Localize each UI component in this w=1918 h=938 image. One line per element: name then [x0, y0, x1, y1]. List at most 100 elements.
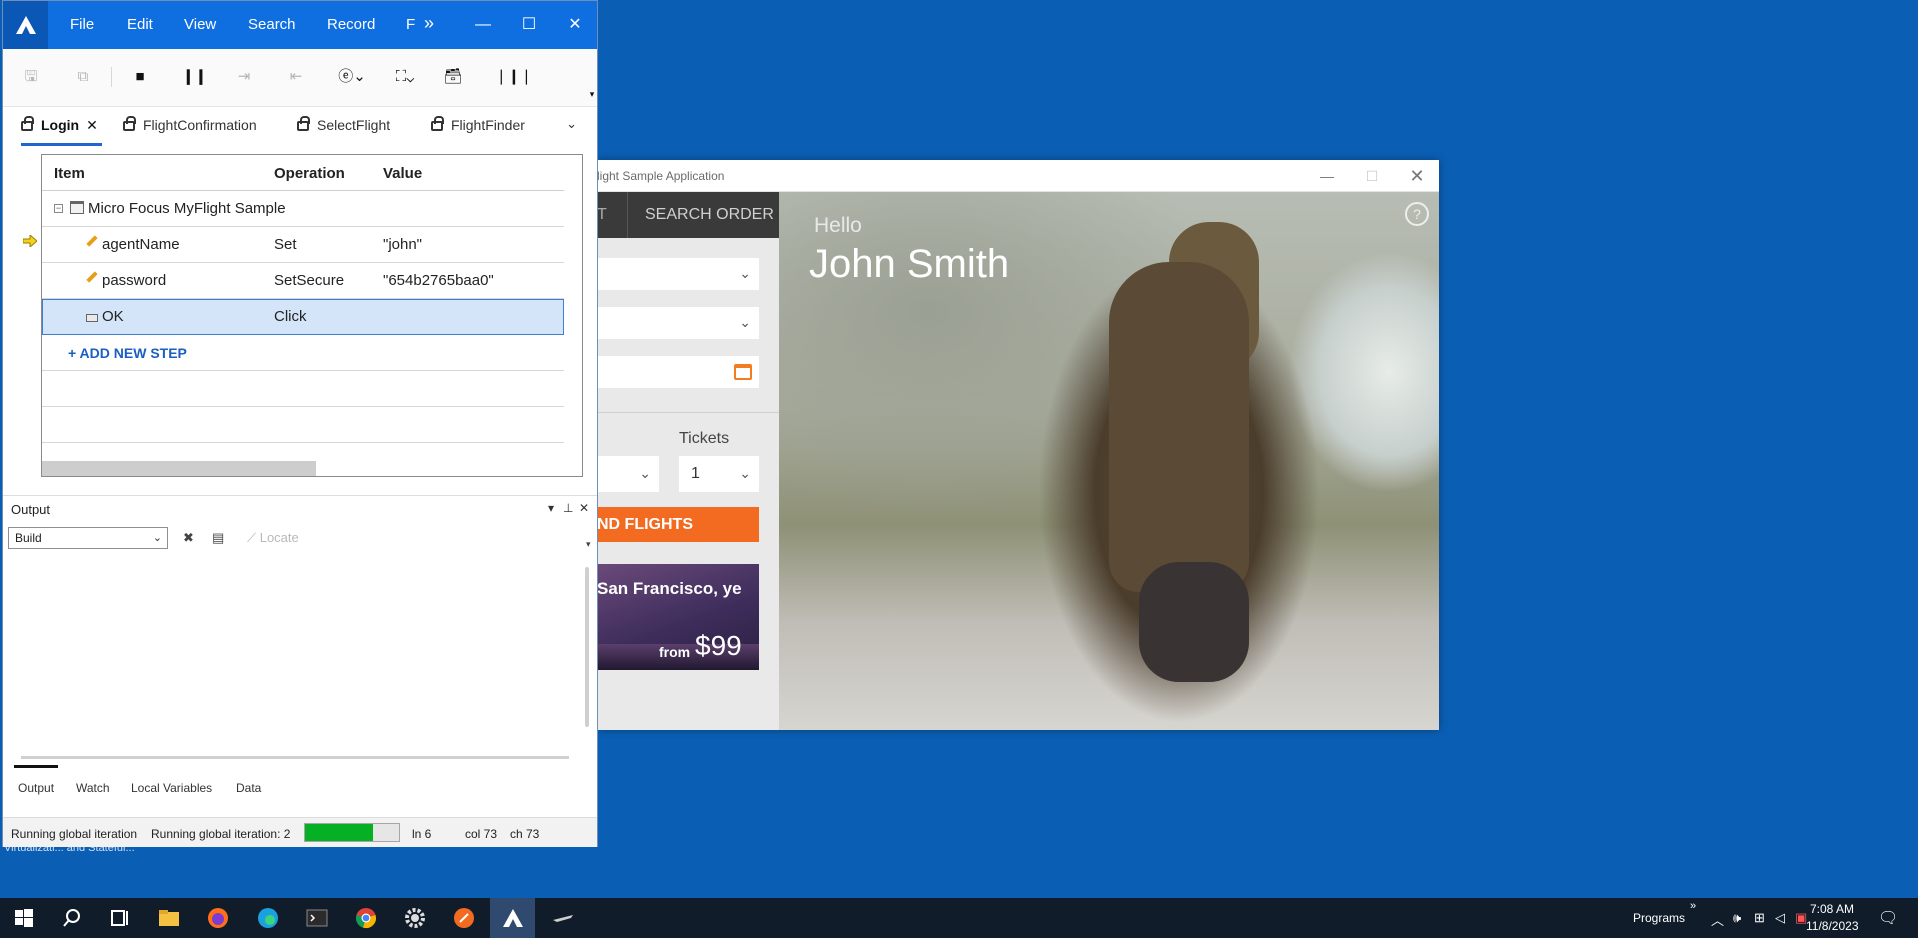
help-icon[interactable]: ? — [1405, 202, 1429, 226]
table-row[interactable]: − Micro Focus MyFlight Sample — [42, 191, 564, 227]
toolbar-dropdown-icon[interactable]: ▾ — [587, 83, 597, 105]
show-hidden-icons-icon[interactable]: ︿ — [1711, 910, 1724, 929]
close-pane-icon[interactable]: ✕ — [579, 501, 589, 515]
windows-start-icon[interactable] — [12, 906, 36, 930]
output-text-area[interactable] — [3, 557, 585, 757]
menu-search[interactable]: Search — [248, 16, 296, 33]
tab-flightfinder[interactable]: FlightFinder — [431, 107, 525, 149]
edge-icon[interactable] — [256, 906, 280, 930]
pause-icon[interactable]: ❙❙ — [182, 66, 207, 88]
menu-record[interactable]: Record — [327, 16, 375, 33]
notifications-icon[interactable]: 🗨 — [1878, 908, 1898, 928]
terminal-icon[interactable] — [305, 906, 329, 930]
stop-icon[interactable]: ■ — [130, 66, 150, 88]
row-value[interactable]: "john" — [383, 236, 422, 253]
tab-search-order[interactable]: SEARCH ORDER — [645, 206, 774, 224]
add-step-row: + ADD NEW STEP — [42, 335, 564, 371]
toolbar-overflow-icon[interactable]: » — [1690, 900, 1696, 912]
tab-list-icon[interactable]: ⌄ — [566, 116, 577, 132]
column-header-item[interactable]: Item — [54, 165, 85, 182]
pin-icon[interactable]: ⊥ — [563, 501, 573, 515]
locate-button[interactable]: ⟋ Locate — [247, 530, 299, 546]
save-icon[interactable]: 🖫 — [21, 66, 41, 88]
speaker-icon[interactable]: 🕪 — [1733, 910, 1741, 926]
minimize-icon[interactable]: — — [1307, 164, 1347, 188]
airplane-icon[interactable] — [551, 906, 575, 930]
panel-splitter[interactable] — [3, 495, 597, 496]
horizontal-scrollbar[interactable] — [21, 756, 569, 759]
firefox-icon[interactable] — [206, 906, 230, 930]
tickets-select[interactable]: 1 ⌄ — [679, 456, 759, 492]
menu-truncated[interactable]: F — [406, 16, 415, 33]
object-spy-icon[interactable]: ⛶⌄ — [389, 66, 421, 88]
programs-toolbar[interactable]: Programs — [1633, 911, 1685, 925]
step-into-icon[interactable]: ⇥ — [234, 66, 254, 88]
save-all-icon[interactable]: ⧉ — [73, 66, 93, 88]
chevron-down-icon: ⌄ — [739, 465, 751, 481]
close-icon[interactable]: ✕ — [1397, 164, 1437, 188]
tab-flightconfirmation[interactable]: FlightConfirmation — [123, 107, 257, 149]
clear-output-icon[interactable]: ✖ — [183, 530, 194, 546]
app-orange-icon[interactable] — [452, 906, 476, 930]
tab-selectflight[interactable]: SelectFlight — [297, 107, 390, 149]
tab-data[interactable]: Data — [236, 781, 261, 795]
chrome-icon[interactable] — [354, 906, 378, 930]
pane-menu-icon[interactable]: ▾ — [548, 501, 554, 515]
row-operation[interactable]: Click — [274, 308, 307, 325]
from-city-select[interactable]: ⌄ — [597, 258, 759, 290]
column-header-operation[interactable]: Operation — [274, 165, 345, 182]
date-picker[interactable] — [597, 356, 759, 388]
network-icon[interactable]: ⊞ — [1754, 910, 1765, 926]
table-row-selected[interactable]: OK Click — [42, 299, 564, 335]
volume-icon[interactable]: ◁ — [1775, 910, 1785, 926]
calendar-icon[interactable] — [734, 364, 752, 380]
row-operation[interactable]: Set — [274, 236, 297, 253]
menu-file[interactable]: File — [70, 16, 94, 33]
to-city-select[interactable]: ⌄ — [597, 307, 759, 339]
clock-date[interactable]: 11/8/2023 — [1806, 919, 1859, 933]
task-view-icon[interactable] — [108, 906, 132, 930]
clock-time[interactable]: 7:08 AM — [1810, 902, 1854, 916]
menu-overflow-icon[interactable]: » — [424, 13, 434, 34]
tab-local-variables[interactable]: Local Variables — [131, 781, 212, 795]
class-select[interactable]: ⌄ — [597, 456, 659, 492]
maximize-icon[interactable]: ☐ — [1352, 164, 1392, 188]
uft-logo-icon[interactable] — [3, 1, 48, 49]
table-row[interactable]: agentName Set "john" — [42, 227, 564, 263]
close-icon[interactable]: ✕ — [560, 13, 590, 37]
search-icon[interactable] — [60, 906, 84, 930]
add-new-step-link[interactable]: + ADD NEW STEP — [68, 345, 187, 361]
toolbar-dropdown-icon[interactable]: ▾ — [586, 539, 591, 550]
tab-watch[interactable]: Watch — [76, 781, 110, 795]
tab-output[interactable]: Output — [13, 765, 59, 795]
row-value[interactable]: "654b2765baa0" — [383, 272, 494, 289]
horizontal-scrollbar[interactable] — [42, 461, 316, 476]
chevron-down-icon: ⌄ — [639, 465, 651, 481]
tab-login[interactable]: Login ✕ — [21, 107, 102, 149]
output-source-select[interactable]: Build ⌄ — [8, 527, 168, 549]
file-explorer-icon[interactable] — [157, 906, 181, 930]
settings-icon[interactable] — [403, 906, 427, 930]
menu-view[interactable]: View — [184, 16, 216, 33]
grid-header: Item Operation Value — [42, 155, 564, 191]
collapse-icon[interactable]: − — [54, 204, 63, 213]
minimize-icon[interactable]: — — [468, 13, 498, 37]
row-operation[interactable]: SetSecure — [274, 272, 344, 289]
tab-login-label: Login — [41, 117, 80, 133]
column-header-value[interactable]: Value — [383, 165, 422, 182]
menu-edit[interactable]: Edit — [127, 16, 153, 33]
vertical-scrollbar[interactable] — [585, 567, 589, 727]
uft-taskbar-button[interactable] — [490, 898, 535, 938]
promo-banner[interactable]: San Francisco, ye from $99 — [597, 564, 759, 670]
close-tab-icon[interactable]: ✕ — [86, 117, 98, 133]
tab-book[interactable]: T — [597, 206, 607, 224]
uft-window: File Edit View Search Record F » — ☐ ✕ 🖫… — [2, 0, 598, 847]
find-flights-button[interactable]: ND FLIGHTS — [597, 507, 759, 542]
table-row[interactable]: password SetSecure "654b2765baa0" — [42, 263, 564, 299]
word-wrap-icon[interactable]: ▤ — [212, 530, 224, 546]
step-out-icon[interactable]: ⇤ — [286, 66, 306, 88]
signal-icon[interactable]: ❘❙❘ — [495, 66, 533, 88]
maximize-icon[interactable]: ☐ — [514, 13, 544, 37]
archive-icon[interactable]: 🗃 — [443, 66, 463, 88]
recording-mode-icon[interactable]: ⓔ⌄ — [337, 66, 367, 88]
